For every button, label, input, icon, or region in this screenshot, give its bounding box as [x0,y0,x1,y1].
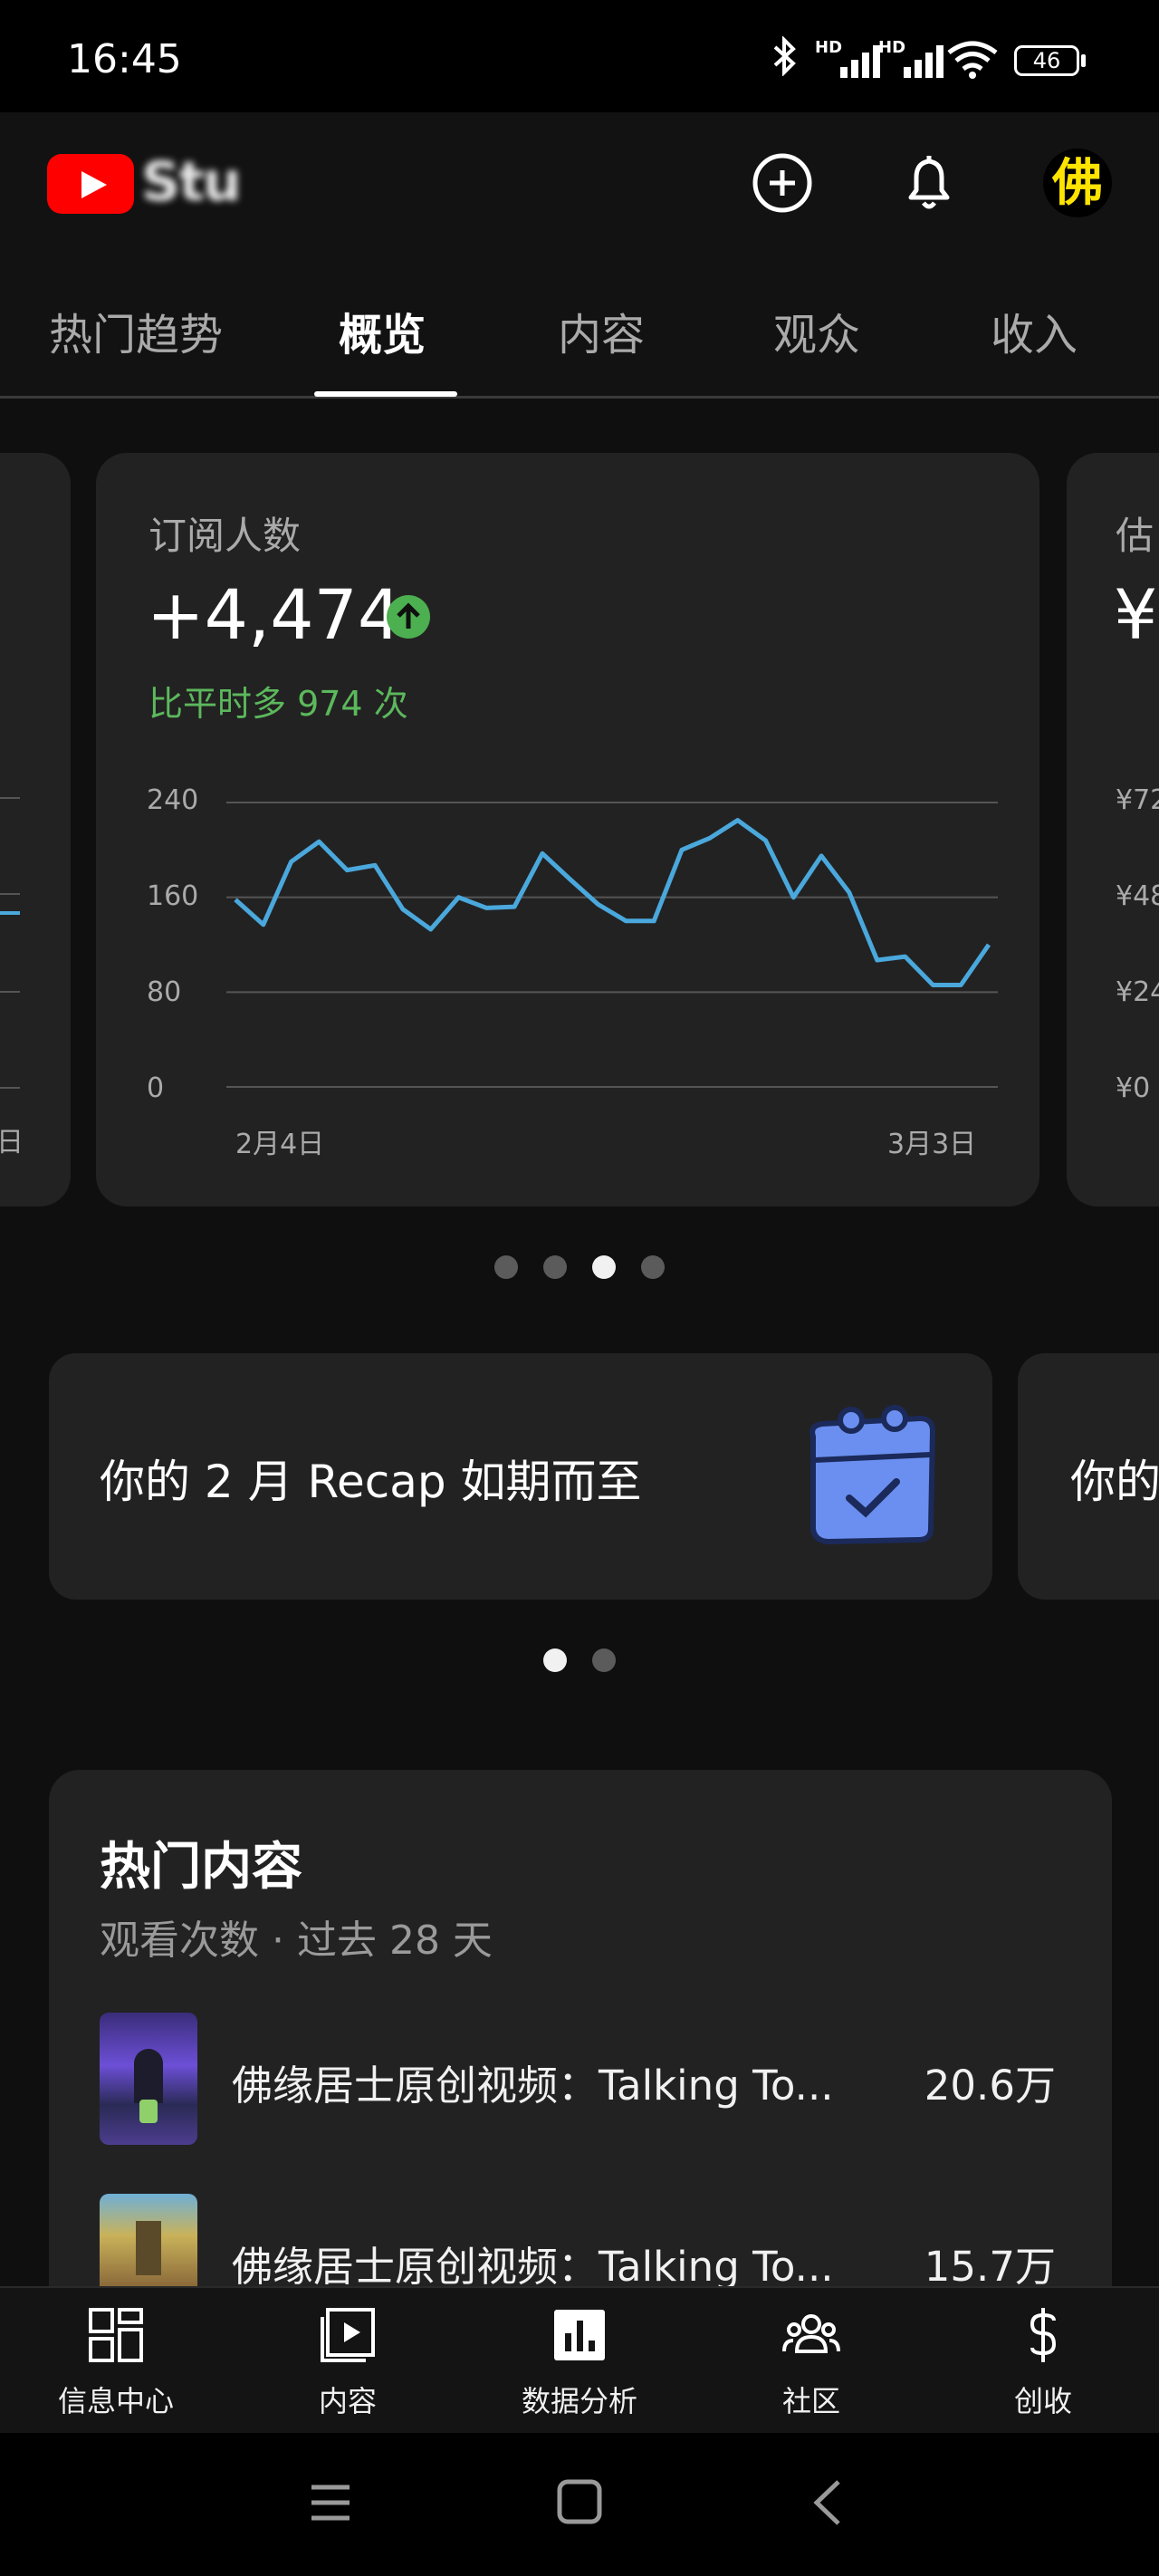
nav-label: 数据分析 [521,2384,637,2418]
nav-item-analytics[interactable]: 数据分析 [464,2288,695,2435]
y-tick-label: ¥24 [1116,976,1159,1008]
tab-audience[interactable]: 观众 [773,299,860,362]
carousel-dot[interactable] [543,1255,567,1279]
gridline [0,797,20,799]
video-thumbnail [100,2013,197,2145]
nav-item-dashboard[interactable]: 信息中心 [0,2288,232,2435]
nav-item-community[interactable]: 社区 [695,2288,927,2435]
series-line-peek [0,911,20,915]
video-views: 15.7万 [924,2243,1056,2291]
carousel-dot-active[interactable] [592,1255,616,1279]
recap-text: 你的 2 月 Recap 如期而至 [100,1456,642,1508]
tab-active-indicator [314,391,457,397]
nav-label: 信息中心 [57,2384,174,2418]
gridline [0,1087,20,1089]
revenue-card[interactable]: 估 ¥ ¥72 ¥48 ¥24 ¥0 [1067,453,1159,1206]
studio-logo-text: Stu [141,150,242,214]
carousel-dot[interactable] [641,1255,665,1279]
battery-icon: 46 [1014,45,1079,76]
video-title: 佛缘居士原创视频：Talking To... [232,2243,834,2291]
bottom-nav: 信息中心 内容 数据分析 社区 创收 [0,2286,1159,2435]
nav-label: 社区 [781,2384,840,2418]
thumbnail-detail [134,2049,163,2103]
section-subtitle: 观看次数 · 过去 28 天 [100,1918,493,1964]
carousel-dot[interactable] [494,1255,518,1279]
carousel-dot-active[interactable] [543,1648,567,1672]
metric-value: ¥ [1114,574,1158,655]
tab-content[interactable]: 内容 [558,299,645,362]
avatar[interactable]: 佛 [1043,149,1112,217]
subscribers-card[interactable]: 订阅人数 +4,474 比平时多 974 次 240 160 80 0 2月4日… [96,453,1039,1206]
x-tick-label-end: 3月3日 [887,1129,977,1160]
calendar-check-icon [809,1405,936,1545]
status-bar: 16:45 HD HD 46 [0,0,1159,112]
metric-card-previous[interactable]: 日 [0,453,71,1206]
subscribers-line-chart [226,802,998,1088]
y-tick-label: ¥0 [1116,1072,1151,1104]
video-views: 20.6万 [924,2062,1056,2110]
tab-overview[interactable]: 概览 [339,299,426,362]
nav-label: 内容 [318,2384,377,2418]
gridline [0,991,20,993]
menu-icon[interactable] [308,2480,353,2525]
nav-label: 创收 [1013,2384,1072,2418]
x-axis-label: 日 [0,1127,24,1158]
battery-tip [1081,54,1086,67]
thumbnail-detail [136,2221,161,2275]
video-title: 佛缘居士原创视频：Talking To... [232,2062,834,2110]
section-title: 热门内容 [100,1838,302,1897]
home-square-icon[interactable] [556,2478,603,2525]
y-tick-label: ¥48 [1116,880,1159,912]
tab-revenue[interactable]: 收入 [991,299,1078,362]
x-tick-label-start: 2月4日 [235,1129,325,1160]
recap-card-next[interactable]: 你的 [1018,1353,1159,1600]
community-people-icon [782,2314,840,2353]
y-tick-label: ¥72 [1116,784,1159,816]
tab-trending[interactable]: 热门趋势 [49,299,223,362]
back-chevron-icon[interactable] [809,2478,846,2527]
series-line-subscribers [234,818,991,987]
content-video-icon [321,2308,375,2362]
dashboard-grid-icon [89,2308,143,2362]
nav-item-content[interactable]: 内容 [232,2288,464,2435]
bluetooth-icon [773,36,796,76]
wifi-icon [947,41,998,79]
card-title: 估 [1116,514,1154,558]
bell-icon[interactable] [896,150,962,216]
nav-item-earn[interactable]: 创收 [927,2288,1159,2435]
carousel-dot[interactable] [592,1648,616,1672]
youtube-logo-icon[interactable] [47,154,134,214]
tab-bar: 热门趋势 概览 内容 观众 收入 [0,257,1159,399]
recap-peek-text: 你的 [1070,1456,1159,1508]
create-plus-icon[interactable] [750,150,815,216]
system-nav-bar [0,2433,1159,2576]
status-time: 16:45 [67,36,182,82]
analytics-chart-icon [554,2310,605,2360]
gridline [0,893,20,895]
dollar-icon [1030,2308,1057,2362]
video-thumbnail [100,2194,197,2286]
thumbnail-detail [139,2100,158,2123]
